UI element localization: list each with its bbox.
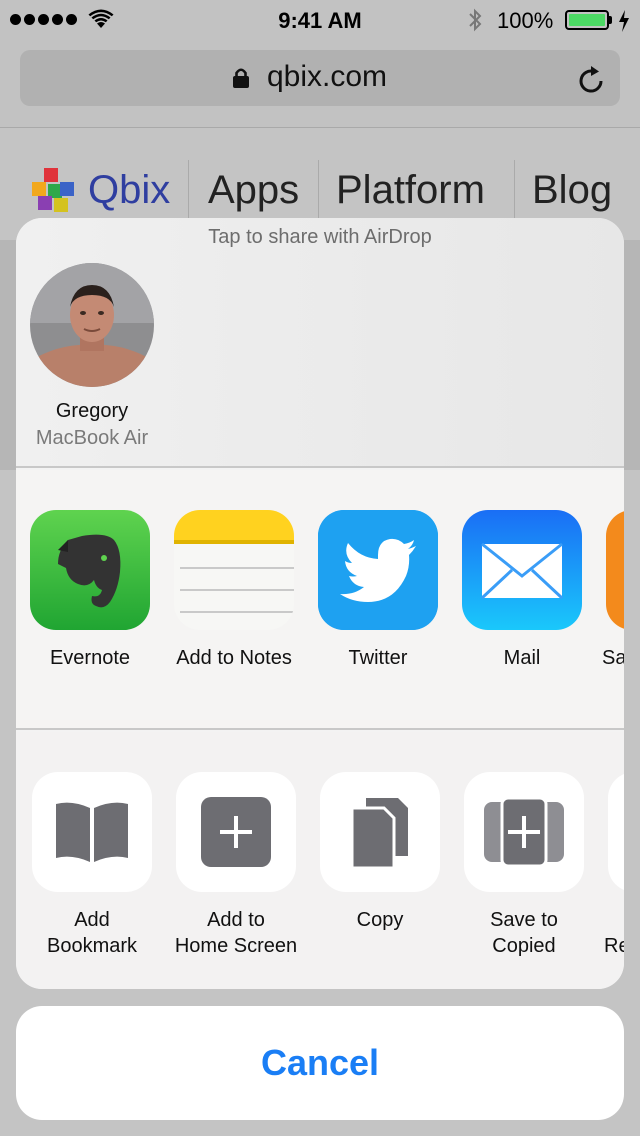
- action-label-line1: Add: [74, 909, 110, 931]
- action-copy[interactable]: Copy: [304, 732, 454, 989]
- action-icon-bg: [176, 772, 296, 892]
- url-text: qbix.com: [266, 60, 388, 93]
- action-add-to-home-screen[interactable]: Add to Home Screen: [160, 732, 310, 989]
- share-app-notes[interactable]: Add to Notes: [162, 470, 302, 728]
- book-icon: [56, 802, 128, 862]
- nav-brand[interactable]: Qbix: [88, 168, 170, 213]
- status-bar: 9:41 AM 100%: [0, 0, 640, 40]
- battery-percentage: 100%: [497, 8, 554, 33]
- airdrop-contact-name: Gregory: [55, 400, 129, 422]
- action-icon-bg: [320, 772, 440, 892]
- action-label-line1: Save to: [490, 909, 558, 931]
- charging-icon: [619, 10, 629, 32]
- nav-item-platform[interactable]: Platform: [336, 168, 485, 213]
- action-save-to-copied[interactable]: Save to Copied: [448, 732, 598, 989]
- action-label-line2: Re: [604, 935, 624, 957]
- action-icon-bg: [464, 772, 584, 892]
- action-label-line2: Home Screen: [174, 935, 298, 957]
- reload-icon[interactable]: [578, 64, 606, 94]
- qbix-logo-icon: [32, 168, 74, 212]
- share-app-label: Evernote: [49, 647, 131, 669]
- action-label-line2: Copied: [492, 935, 556, 957]
- share-app-mail[interactable]: Mail: [450, 470, 590, 728]
- nav-item-apps[interactable]: Apps: [208, 168, 299, 213]
- share-app-label: Add to Notes: [176, 647, 292, 669]
- share-app-partial[interactable]: Sa: [594, 470, 624, 728]
- partial-action-icon: [608, 772, 624, 892]
- share-apps-row: Evernote Add to Notes Twitter Mail S: [16, 470, 624, 730]
- share-app-label: Sa: [602, 647, 624, 669]
- plus-square-icon: [201, 797, 271, 867]
- partial-app-icon: [606, 510, 624, 630]
- notes-icon: [174, 510, 294, 630]
- share-app-label: Mail: [503, 647, 541, 669]
- bluetooth-icon: [469, 8, 482, 32]
- address-bar[interactable]: qbix.com: [20, 50, 620, 106]
- share-sheet: Tap to share with AirDrop Gregory MacBoo…: [16, 218, 624, 989]
- action-label-line1: Copy: [356, 909, 404, 931]
- action-add-bookmark[interactable]: Add Bookmark: [16, 732, 166, 989]
- save-to-copied-icon: [484, 796, 564, 868]
- action-label-line2: Bookmark: [46, 935, 138, 957]
- share-app-evernote[interactable]: Evernote: [18, 470, 158, 728]
- action-icon-bg: [32, 772, 152, 892]
- share-actions-row: Add Bookmark Add to Home Screen Copy Sav…: [16, 732, 624, 989]
- evernote-icon: [30, 510, 150, 630]
- copy-icon: [350, 798, 408, 870]
- share-app-label: Twitter: [348, 647, 408, 669]
- nav-item-blog[interactable]: Blog: [532, 168, 612, 213]
- cancel-button[interactable]: Cancel: [16, 1006, 624, 1120]
- mail-icon: [462, 510, 582, 630]
- airdrop-contact-avatar[interactable]: [30, 263, 154, 387]
- airdrop-hint: Tap to share with AirDrop: [208, 226, 432, 248]
- action-label-line1: Add to: [207, 909, 265, 931]
- airdrop-section: Tap to share with AirDrop Gregory MacBoo…: [16, 218, 624, 468]
- action-partial[interactable]: Re: [592, 732, 624, 989]
- battery-icon: [565, 10, 609, 30]
- share-app-twitter[interactable]: Twitter: [306, 470, 446, 728]
- twitter-icon: [318, 510, 438, 630]
- airdrop-contact-device: MacBook Air: [35, 427, 149, 449]
